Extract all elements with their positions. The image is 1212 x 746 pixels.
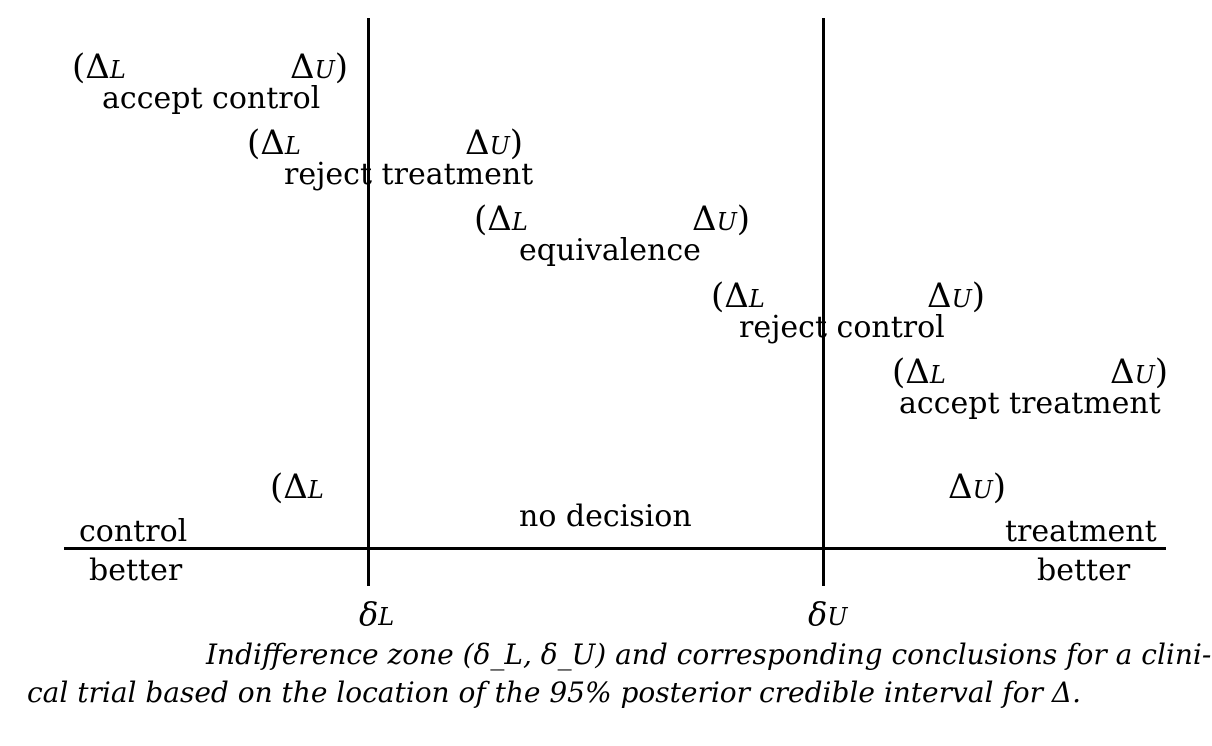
interval-close-paren: ΔU) bbox=[290, 47, 349, 87]
upper-bound-line bbox=[822, 18, 825, 586]
conclusion-label: reject control bbox=[739, 310, 945, 345]
figure-caption-line-1: Indifference zone (δ_L, δ_U) and corresp… bbox=[206, 638, 1212, 671]
interval-open-paren: (ΔL bbox=[247, 123, 301, 163]
figure-caption-line-2: cal trial based on the location of the 9… bbox=[27, 676, 1082, 709]
interval-close-paren: ΔU) bbox=[692, 199, 751, 239]
interval-open-paren: (ΔL bbox=[270, 467, 324, 507]
interval-open-paren: (ΔL bbox=[474, 199, 528, 239]
interval-close-paren: ΔU) bbox=[948, 467, 1007, 507]
upper-bound-label: δU bbox=[808, 595, 848, 633]
axis-right-label-top: treatment bbox=[1005, 514, 1157, 549]
interval-close-paren: ΔU) bbox=[465, 123, 524, 163]
axis-left-label-bottom: better bbox=[89, 553, 183, 588]
axis-left-label-top: control bbox=[79, 514, 188, 549]
conclusion-label: no decision bbox=[519, 499, 692, 534]
axis-right-label-bottom: better bbox=[1037, 553, 1131, 588]
horizontal-axis bbox=[64, 547, 1166, 550]
lower-bound-line bbox=[367, 18, 370, 586]
conclusion-label: accept control bbox=[102, 81, 321, 116]
interval-close-paren: ΔU) bbox=[927, 276, 986, 316]
conclusion-label: accept treatment bbox=[899, 386, 1161, 421]
interval-close-paren: ΔU) bbox=[1110, 352, 1169, 392]
lower-bound-label: δL bbox=[359, 595, 395, 633]
interval-open-paren: (ΔL bbox=[711, 276, 765, 316]
interval-open-paren: (ΔL bbox=[892, 352, 946, 392]
conclusion-label: equivalence bbox=[519, 233, 701, 268]
interval-open-paren: (ΔL bbox=[72, 47, 126, 87]
conclusion-label: reject treatment bbox=[284, 157, 534, 192]
